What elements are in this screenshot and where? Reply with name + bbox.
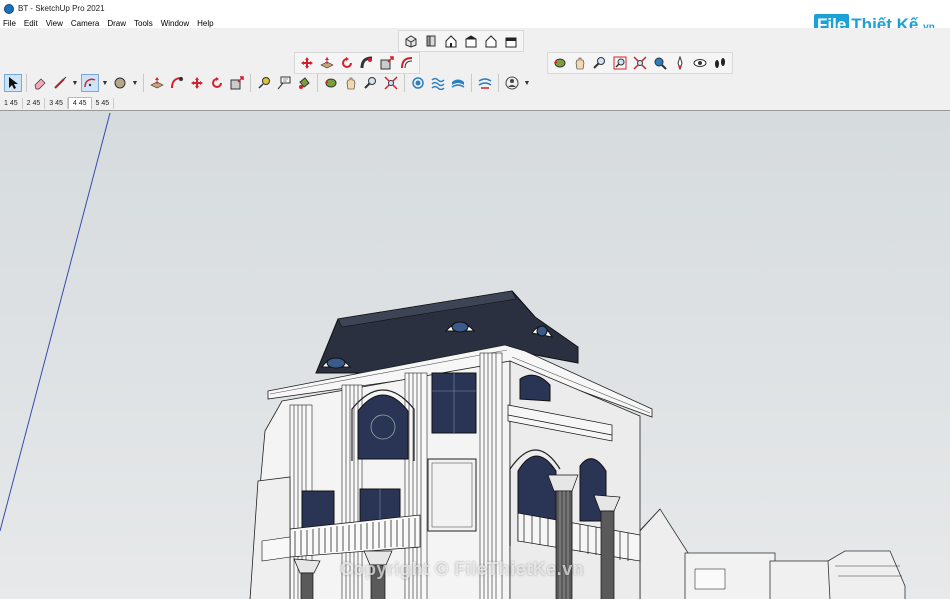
menu-help[interactable]: Help — [197, 19, 213, 28]
rotate-icon[interactable] — [338, 54, 356, 72]
facade-panel — [427, 458, 477, 532]
eraser-icon[interactable] — [31, 74, 49, 92]
rotate-icon[interactable] — [208, 74, 226, 92]
neighbour-house-2 — [769, 560, 831, 599]
menu-edit[interactable]: Edit — [24, 19, 38, 28]
blue-axis-line — [0, 112, 111, 532]
scale-icon[interactable] — [228, 74, 246, 92]
look-around-icon[interactable] — [691, 54, 709, 72]
sketchup-app-icon — [4, 3, 14, 14]
follow-me-icon[interactable] — [168, 74, 186, 92]
shape-icon[interactable] — [111, 74, 129, 92]
zoom-window-icon[interactable] — [611, 54, 629, 72]
scene-tab-5[interactable]: 5 45 — [92, 98, 115, 109]
menu-draw[interactable]: Draw — [107, 19, 126, 28]
toolbar-separator — [250, 74, 251, 92]
toolbar-separator — [404, 74, 405, 92]
scene-tab-4[interactable]: 4 45 — [67, 97, 92, 109]
scene-tab-2[interactable]: 2 45 — [23, 98, 46, 109]
left-view-icon[interactable] — [502, 32, 520, 50]
top-view-icon[interactable] — [422, 32, 440, 50]
tape-measure-icon[interactable] — [255, 74, 273, 92]
position-camera-icon[interactable] — [671, 54, 689, 72]
toolbar-separator — [498, 74, 499, 92]
neighbour-house-3 — [827, 550, 906, 599]
back-view-icon[interactable] — [482, 32, 500, 50]
zoom-extents-icon[interactable] — [631, 54, 649, 72]
orbit-icon[interactable] — [322, 74, 340, 92]
shape-dropdown-chevron[interactable]: ▼ — [131, 74, 139, 92]
offset-icon[interactable] — [398, 54, 416, 72]
arc-icon[interactable] — [81, 74, 99, 92]
scene-tabs: 1 45 2 45 3 45 4 45 5 45 — [0, 97, 115, 109]
arched-window-upper — [357, 394, 409, 460]
window-title: BT - SketchUp Pro 2021 — [18, 4, 105, 13]
sandbox-drape-icon[interactable] — [476, 74, 494, 92]
user-icon[interactable] — [503, 74, 521, 92]
zoom-icon[interactable] — [362, 74, 380, 92]
menu-tools[interactable]: Tools — [134, 19, 153, 28]
pan-icon[interactable] — [571, 54, 589, 72]
previous-view-icon[interactable] — [651, 54, 669, 72]
pan-icon[interactable] — [342, 74, 360, 92]
main-toolbar: ▼ ▼ ▼ ▼ — [4, 74, 531, 92]
select-icon[interactable] — [4, 74, 22, 92]
scene-tab-3[interactable]: 3 45 — [45, 98, 68, 109]
line-dropdown-chevron[interactable]: ▼ — [71, 74, 79, 92]
sandbox-icon[interactable] — [409, 74, 427, 92]
text-icon[interactable] — [275, 74, 293, 92]
toolbar-separator — [317, 74, 318, 92]
toolbar-area: ▼ ▼ ▼ ▼ — [0, 28, 950, 110]
push-pull-icon[interactable] — [318, 54, 336, 72]
move-icon[interactable] — [188, 74, 206, 92]
paint-bucket-icon[interactable] — [295, 74, 313, 92]
sandbox-smoove-icon[interactable] — [429, 74, 447, 92]
views-toolbar — [398, 30, 524, 52]
zoom-icon[interactable] — [591, 54, 609, 72]
menu-view[interactable]: View — [46, 19, 63, 28]
villa-model — [0, 112, 906, 599]
front-view-icon[interactable] — [442, 32, 460, 50]
camera-toolbar — [547, 52, 733, 74]
arc-dropdown-chevron[interactable]: ▼ — [101, 74, 109, 92]
toolbar-separator — [471, 74, 472, 92]
move-icon[interactable] — [298, 54, 316, 72]
walk-icon[interactable] — [711, 54, 729, 72]
zoom-extents-icon[interactable] — [382, 74, 400, 92]
scene-tab-1[interactable]: 1 45 — [0, 98, 23, 109]
toolbar-separator — [143, 74, 144, 92]
title-bar: BT - SketchUp Pro 2021 — [0, 0, 950, 17]
menu-file[interactable]: File — [3, 19, 16, 28]
push-pull-icon[interactable] — [148, 74, 166, 92]
sandbox-stamp-icon[interactable] — [449, 74, 467, 92]
menu-window[interactable]: Window — [161, 19, 189, 28]
menu-camera[interactable]: Camera — [71, 19, 99, 28]
right-view-icon[interactable] — [462, 32, 480, 50]
edit-toolbar — [294, 52, 420, 74]
model-viewport[interactable] — [0, 110, 950, 599]
iso-view-icon[interactable] — [402, 32, 420, 50]
orbit-icon[interactable] — [551, 54, 569, 72]
toolbar-separator — [26, 74, 27, 92]
copyright-watermark: Copyright © FileThietKe.vn — [340, 559, 585, 579]
line-icon[interactable] — [51, 74, 69, 92]
follow-me-icon[interactable] — [358, 54, 376, 72]
user-dropdown-chevron[interactable]: ▼ — [523, 74, 531, 92]
scale-icon[interactable] — [378, 54, 396, 72]
